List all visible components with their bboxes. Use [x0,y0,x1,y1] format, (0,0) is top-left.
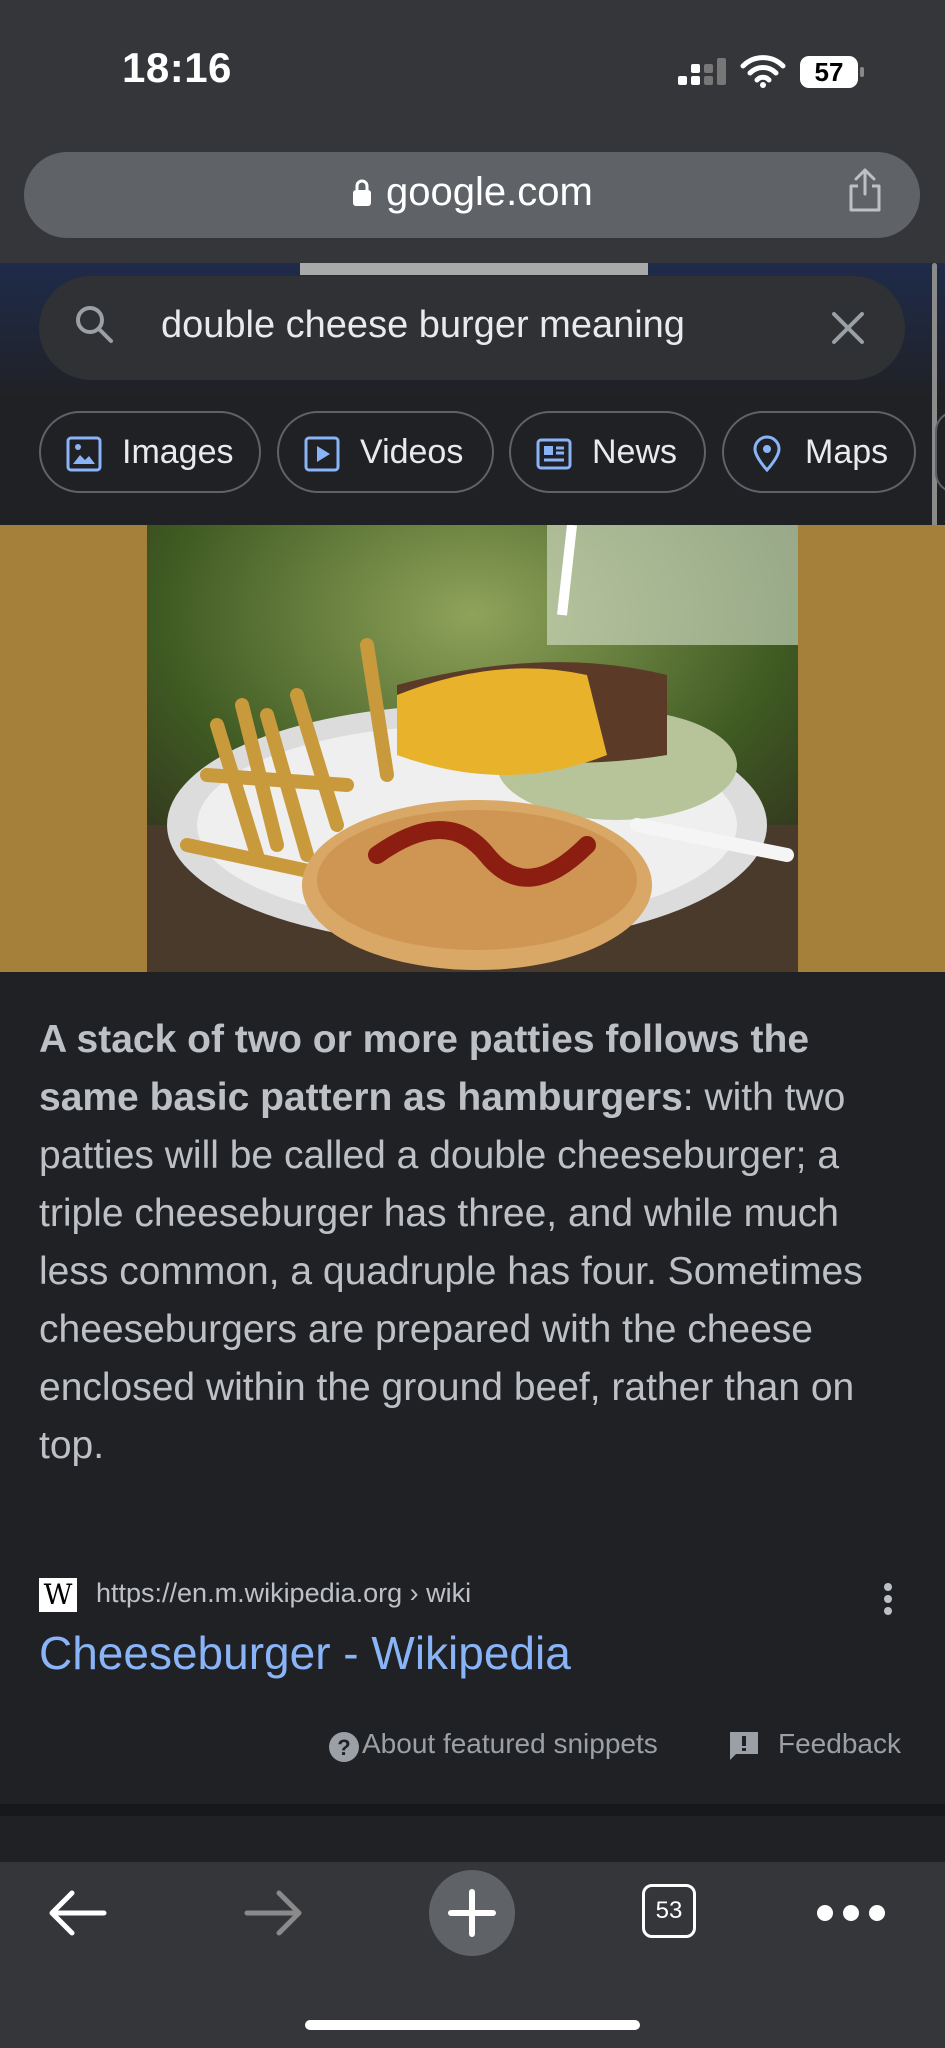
status-time: 18:16 [122,44,232,91]
help-icon[interactable]: ? [328,1731,360,1763]
map-pin-icon [753,435,781,473]
more-horiz-icon[interactable] [816,1900,886,1926]
new-tab-button[interactable] [429,1870,515,1956]
svg-text:?: ? [337,1735,350,1760]
video-icon [304,436,340,472]
about-featured-snippets-link[interactable]: About featured snippets [362,1728,658,1760]
more-vert-icon[interactable] [883,1582,893,1616]
result-source-url[interactable]: https://en.m.wikipedia.org › wiki [96,1578,471,1609]
chip-label: Images [122,433,234,471]
chip-label: Videos [360,433,464,471]
image-icon [66,436,102,472]
search-icon[interactable] [72,302,116,346]
news-icon [536,438,572,470]
forward-arrow-icon[interactable] [243,1888,305,1938]
lock-icon [353,179,371,206]
section-divider [0,1804,945,1816]
home-indicator[interactable] [305,2020,640,2030]
back-arrow-icon[interactable] [46,1888,108,1938]
featured-snippet-text: A stack of two or more patties follows t… [39,1011,909,1475]
plus-icon [448,1889,496,1937]
close-icon[interactable] [828,308,868,348]
chip-videos[interactable]: Videos [277,411,494,493]
chip-label: Maps [805,433,889,471]
feedback-link[interactable]: Feedback [778,1728,901,1760]
wikipedia-favicon: W [39,1578,77,1612]
chip-news[interactable]: News [509,411,706,493]
address-domain[interactable]: google.com [386,170,593,215]
feedback-icon[interactable] [728,1730,760,1762]
cellular-signal-icon [678,58,726,85]
snippet-body: : with two patties will be called a doub… [39,1076,863,1467]
header-image-strip [300,263,648,275]
battery-icon: 57 [800,56,864,88]
share-icon[interactable] [845,166,885,214]
wifi-icon [740,55,786,88]
chip-label: News [592,433,678,471]
chip-maps[interactable]: Maps [722,411,916,493]
battery-level: 57 [800,56,858,88]
chip-overflow[interactable] [935,411,945,493]
chip-images[interactable]: Images [39,411,261,493]
tab-switcher-button[interactable]: 53 [642,1884,696,1938]
cheeseburger-photo[interactable] [147,525,798,972]
search-input[interactable]: double cheese burger meaning [161,304,685,347]
result-title-link[interactable]: Cheeseburger - Wikipedia [39,1626,571,1680]
